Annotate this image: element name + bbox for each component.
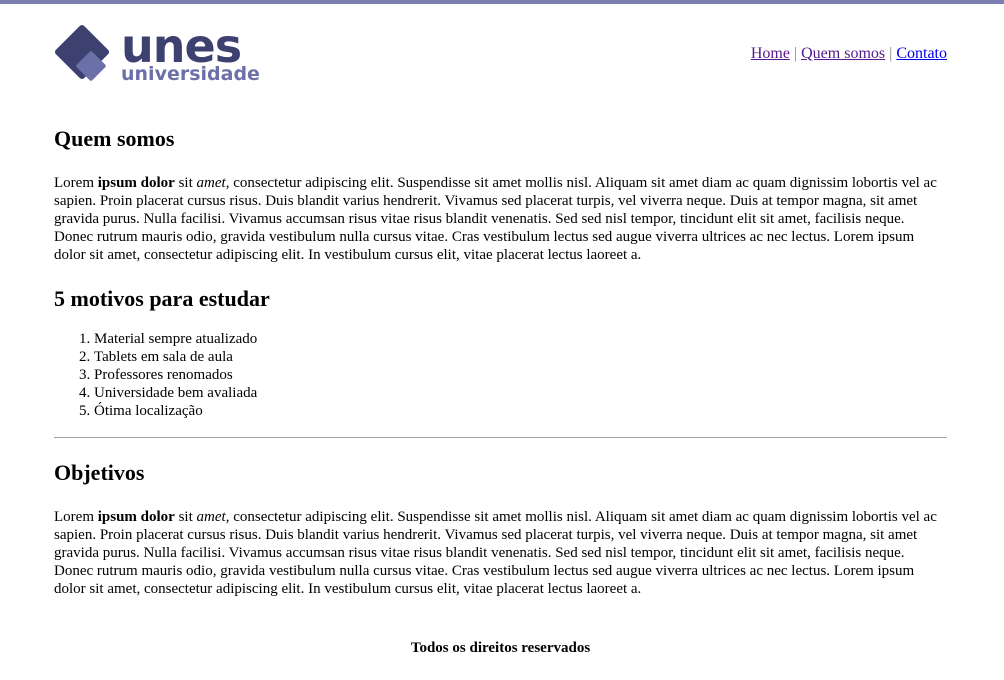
nav-link-contato[interactable]: Contato: [896, 45, 947, 62]
main-nav: Home | Quem somos | Contato: [751, 45, 947, 63]
paragraph-italic: amet: [196, 509, 226, 525]
objetivos-paragraph: Lorem ipsum dolor sit amet, consectetur …: [54, 508, 947, 598]
paragraph-bold: ipsum dolor: [97, 175, 175, 191]
list-item: Professores renomados: [94, 366, 947, 384]
page-container: unes universidade Home | Quem somos | Contat…: [54, 4, 947, 657]
motivos-list: Material sempre atualizado Tablets em sa…: [54, 330, 947, 420]
paragraph-italic: amet: [196, 175, 226, 191]
nav-separator: |: [889, 45, 893, 62]
paragraph-bold: ipsum dolor: [97, 509, 175, 525]
list-item: Material sempre atualizado: [94, 330, 947, 348]
list-item: Universidade bem avaliada: [94, 384, 947, 402]
paragraph-text: Lorem: [54, 509, 98, 525]
logo-sub-text: universidade: [121, 63, 260, 85]
site-header: unes universidade Home | Quem somos | Contat…: [54, 4, 947, 85]
unes-logo[interactable]: unes universidade: [54, 22, 269, 88]
paragraph-text: sit: [174, 175, 197, 191]
section-title-quem-somos: Quem somos: [54, 126, 175, 151]
list-item: Ótima localização: [94, 402, 947, 420]
site-footer: Todos os direitos reservados: [410, 640, 591, 656]
nav-link-home[interactable]: Home: [751, 45, 790, 62]
quem-somos-paragraph: Lorem ipsum dolor sit amet, consectetur …: [54, 174, 947, 264]
list-item: Tablets em sala de aula: [94, 348, 947, 366]
paragraph-text: sit: [174, 509, 197, 525]
section-title-objetivos: Objetivos: [54, 460, 145, 485]
section-divider: [54, 437, 947, 438]
nav-separator: |: [793, 45, 798, 62]
paragraph-text: Lorem: [54, 175, 98, 191]
main-content: Quem somos Lorem ipsum dolor sit amet, c…: [54, 126, 947, 598]
nav-link-quem-somos[interactable]: Quem somos: [801, 45, 885, 62]
section-title-motivos: 5 motivos para estudar: [54, 286, 270, 311]
